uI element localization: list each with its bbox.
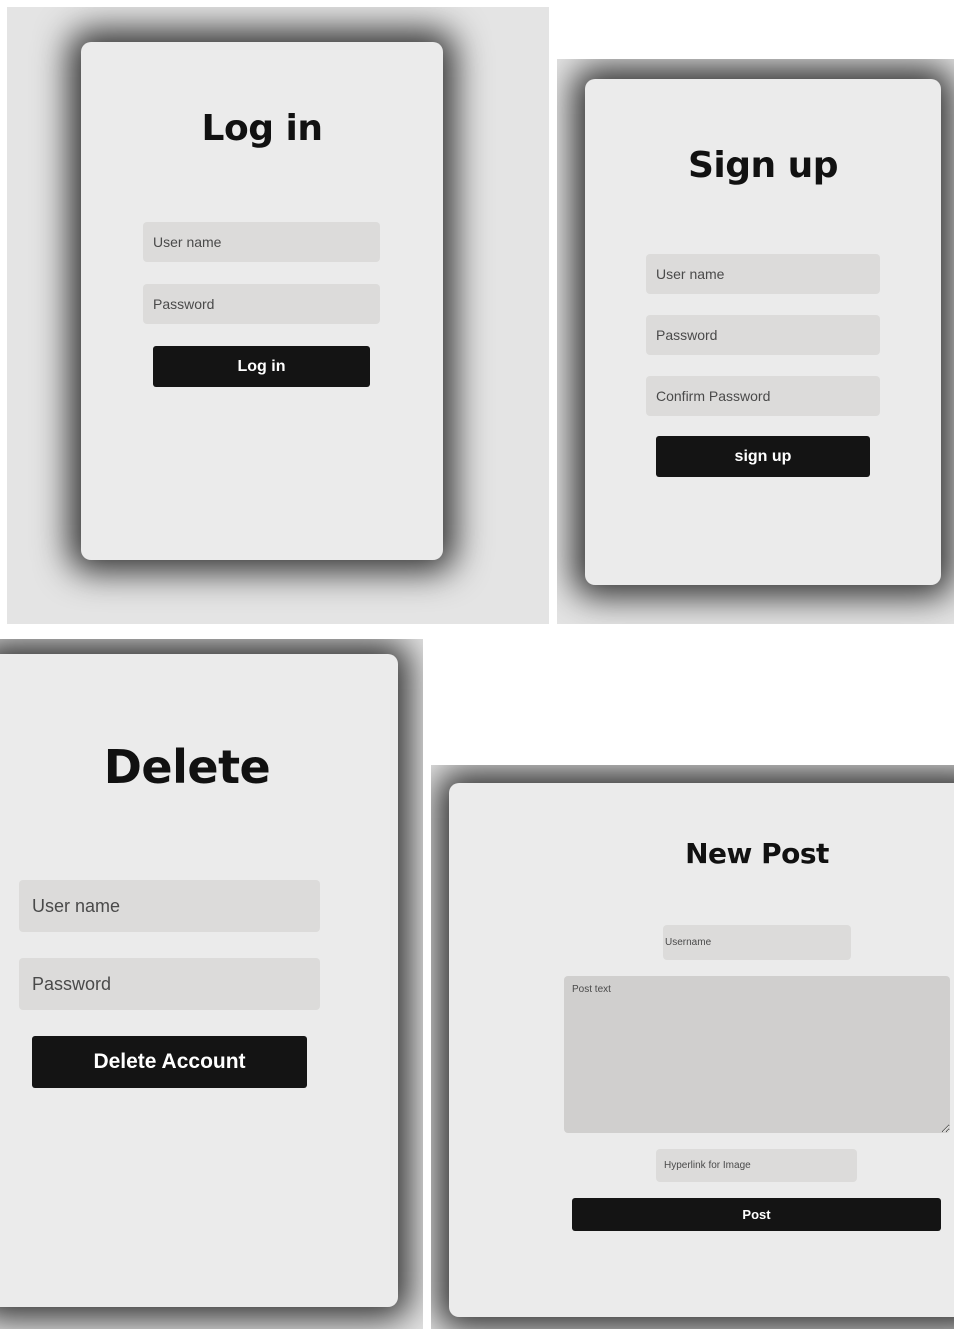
new-post-username-input[interactable] [663,925,851,960]
image-hyperlink-input[interactable] [656,1149,857,1182]
new-post-panel: New Post Post [431,765,954,1329]
login-button[interactable]: Log in [153,346,370,387]
signup-card: Sign up sign up [585,79,941,585]
signup-username-input[interactable] [646,254,880,294]
login-username-input[interactable] [143,222,380,262]
delete-username-input[interactable] [19,880,320,932]
signup-confirm-password-input[interactable] [646,376,880,416]
login-panel: Log in Log in [7,7,549,624]
delete-card: Delete Delete Account [0,654,398,1307]
delete-password-input[interactable] [19,958,320,1010]
signup-title: Sign up [687,145,839,186]
login-password-input[interactable] [143,284,380,324]
login-card: Log in Log in [81,42,443,560]
delete-panel: Delete Delete Account [0,639,423,1329]
login-title: Log in [201,108,323,149]
post-button[interactable]: Post [572,1198,941,1231]
signup-password-input[interactable] [646,315,880,355]
signup-button[interactable]: sign up [656,436,870,477]
new-post-title: New Post [685,837,829,870]
post-text-textarea[interactable] [564,976,950,1133]
new-post-card: New Post Post [449,783,954,1317]
delete-title: Delete [103,740,271,794]
signup-panel: Sign up sign up [557,59,954,624]
delete-account-button[interactable]: Delete Account [32,1036,307,1088]
